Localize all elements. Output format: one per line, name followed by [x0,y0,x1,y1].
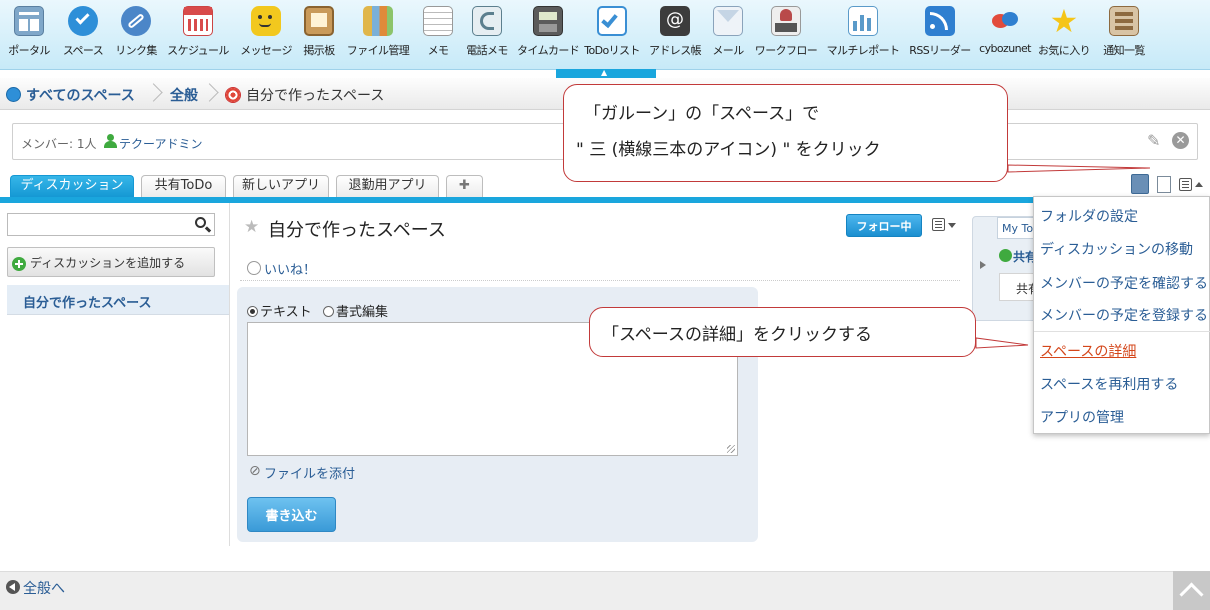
annotation-callout-1: 「ガルーン」の「スペース」で " 三 (横線三本のアイコン) " をクリック [563,84,1008,182]
callout2-pointer [975,337,1029,349]
callout1-pointer [1007,164,1151,173]
annotation-callout-2: 「スペースの詳細」をクリックする [589,307,976,357]
